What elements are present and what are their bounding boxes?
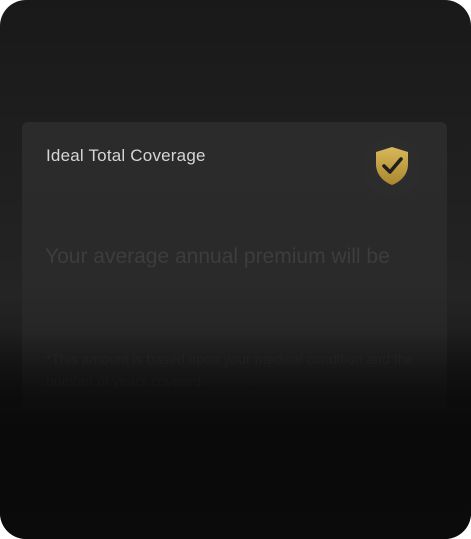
card-title: Ideal Total Coverage [46,146,206,165]
app-frame: Ideal Total Coverage Your average annual… [0,0,471,539]
divider [22,330,447,331]
shield-check-icon [376,147,408,185]
coverage-card: Ideal Total Coverage Your average annual… [22,122,447,412]
disclaimer-text: *This amount is based upon your medical … [46,351,414,389]
premium-text: Your average annual premium will be [45,245,390,268]
badge [360,134,424,198]
